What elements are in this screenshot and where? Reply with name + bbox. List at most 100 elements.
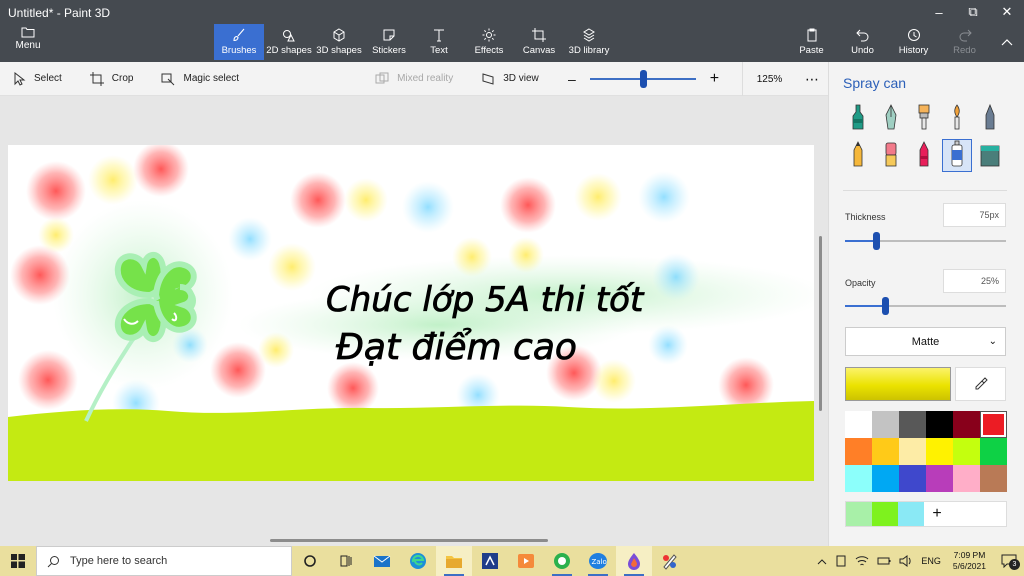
thickness-input[interactable]: 75px [943, 203, 1006, 227]
color-swatch[interactable] [872, 438, 899, 465]
collapse-toolbar-button[interactable] [990, 24, 1024, 60]
color-swatch[interactable] [953, 411, 980, 438]
color-swatch[interactable] [953, 438, 980, 465]
drawing-canvas[interactable]: Chúc lớp 5A thi tốt Đạt điểm cao [8, 145, 814, 481]
brush-fill[interactable] [975, 139, 1005, 172]
file-explorer-button[interactable] [436, 546, 472, 576]
zoom-slider[interactable] [589, 70, 696, 88]
tool-stickers[interactable]: Stickers [364, 24, 414, 60]
color-swatch[interactable] [872, 465, 899, 492]
vertical-scrollbar[interactable] [819, 236, 822, 411]
file-explorer-icon [446, 556, 462, 568]
add-color-button[interactable]: + [924, 502, 950, 526]
undo-button[interactable]: Undo [837, 24, 888, 60]
brush-watercolor[interactable] [942, 102, 972, 135]
color-swatch[interactable] [980, 438, 1007, 465]
vlc-kanji-button[interactable] [472, 546, 508, 576]
crop-label: Crop [111, 73, 134, 84]
zoom-value[interactable]: 125% [742, 62, 796, 96]
color-swatch[interactable] [899, 411, 926, 438]
thickness-slider[interactable] [845, 232, 1006, 250]
color-swatch[interactable] [872, 411, 899, 438]
tray-power-button[interactable] [873, 546, 895, 576]
paste-button[interactable]: Paste [786, 24, 837, 60]
color-swatch[interactable] [980, 465, 1007, 492]
menu-button[interactable]: Menu [8, 26, 48, 58]
color-swatch[interactable] [926, 411, 953, 438]
opacity-slider[interactable] [845, 297, 1006, 315]
action-center-button[interactable]: 3 [994, 546, 1024, 576]
opacity-slider-thumb[interactable] [882, 297, 890, 315]
horizontal-scrollbar[interactable] [270, 539, 548, 542]
tool-3d-shapes[interactable]: 3D shapes [314, 24, 364, 60]
start-button[interactable] [0, 546, 36, 576]
crop-button[interactable]: Crop [89, 71, 134, 86]
color-swatch[interactable] [926, 438, 953, 465]
brush-pixel-pen[interactable] [975, 102, 1005, 135]
color-swatch[interactable] [899, 438, 926, 465]
sun-icon [482, 28, 496, 42]
brush-crayon[interactable] [909, 139, 939, 172]
windows-icon [11, 554, 25, 568]
zoom-out-button[interactable]: – [568, 71, 576, 87]
tray-volume-button[interactable] [895, 546, 917, 576]
show-hidden-icons-button[interactable] [813, 546, 831, 576]
taskbar-clock[interactable]: 7:09 PM 5/6/2021 [945, 550, 994, 572]
history-button[interactable]: History [888, 24, 939, 60]
minimize-button[interactable]: – [922, 0, 956, 24]
thickness-slider-thumb[interactable] [872, 232, 880, 250]
zalo-button[interactable]: Zalo [580, 546, 616, 576]
finish-dropdown[interactable]: Matte ⌄ [845, 327, 1006, 356]
media-player-button[interactable] [508, 546, 544, 576]
brush-calligraphy-pen[interactable] [876, 102, 906, 135]
custom-color-swatch[interactable] [846, 502, 872, 526]
redo-button[interactable]: Redo [939, 24, 990, 60]
opacity-input[interactable]: 25% [943, 269, 1006, 293]
color-swatch[interactable] [845, 411, 872, 438]
color-swatch[interactable] [953, 465, 980, 492]
language-indicator[interactable]: ENG [917, 546, 945, 576]
color-swatch[interactable] [980, 411, 1007, 438]
task-view-button[interactable] [328, 546, 364, 576]
brush-oil-brush[interactable] [909, 102, 939, 135]
color-swatch[interactable] [899, 465, 926, 492]
tool-brushes[interactable]: Brushes [214, 24, 264, 60]
paint-button[interactable] [652, 546, 688, 576]
zoom-in-button[interactable]: + [710, 70, 719, 88]
paint3d-button[interactable] [616, 546, 652, 576]
mail-button[interactable] [364, 546, 400, 576]
magic-select-button[interactable]: Magic select [161, 72, 239, 86]
tool-canvas[interactable]: Canvas [514, 24, 564, 60]
current-color-swatch[interactable] [845, 367, 951, 401]
tool-2d-shapes[interactable]: 2D shapes [264, 24, 314, 60]
coccoc-button[interactable] [544, 546, 580, 576]
select-button[interactable]: Select [12, 71, 62, 86]
brush-pencil[interactable] [843, 139, 873, 172]
color-swatch[interactable] [845, 438, 872, 465]
taskbar-search-box[interactable]: Type here to search [36, 546, 292, 576]
close-button[interactable]: ✕ [990, 0, 1024, 24]
cortana-button[interactable] [292, 546, 328, 576]
brush-spray-can[interactable] [942, 139, 972, 172]
maximize-button[interactable]: ⧉ [956, 0, 990, 24]
brush-eraser[interactable] [876, 139, 906, 172]
tray-device-button[interactable] [831, 546, 851, 576]
color-swatch[interactable] [845, 465, 872, 492]
taskbar: Type here to search Zalo ENG 7:09 PM 5/6… [0, 546, 1024, 576]
color-swatch[interactable] [926, 465, 953, 492]
3d-view-button[interactable]: 3D view [481, 72, 539, 86]
custom-color-swatch[interactable] [898, 502, 924, 526]
tool-effects[interactable]: Effects [464, 24, 514, 60]
tray-network-button[interactable] [851, 546, 873, 576]
zoom-slider-thumb[interactable] [639, 70, 647, 88]
brush-marker[interactable] [843, 102, 873, 135]
eyedropper-button[interactable] [955, 367, 1006, 401]
more-options-button[interactable]: ⋯ [798, 62, 826, 96]
tool-3d-library[interactable]: 3D library [564, 24, 614, 60]
notification-badge: 3 [1009, 559, 1020, 570]
mixed-reality-button[interactable]: Mixed reality [375, 72, 453, 86]
divider [843, 190, 1007, 191]
edge-button[interactable] [400, 546, 436, 576]
tool-text[interactable]: Text [414, 24, 464, 60]
custom-color-swatch[interactable] [872, 502, 898, 526]
